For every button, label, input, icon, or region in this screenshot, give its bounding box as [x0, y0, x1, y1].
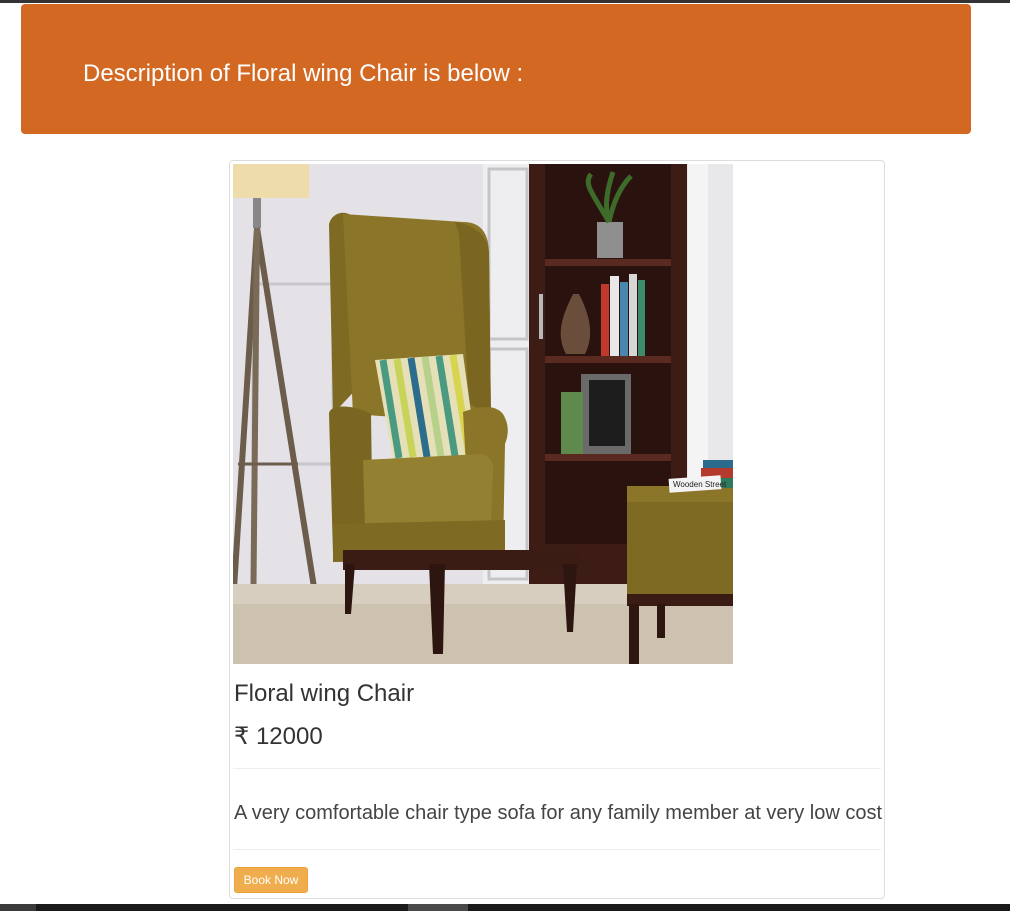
taskbar-segment [408, 904, 468, 911]
banner-title: Description of Floral wing Chair is belo… [83, 60, 524, 87]
taskbar [0, 904, 1010, 911]
wooden-street-tag: Wooden Street [673, 480, 727, 489]
top-border [0, 0, 1010, 3]
product-card: Wooden Street Floral wing Chair ₹ 12000 … [229, 160, 885, 899]
description-banner: Description of Floral wing Chair is belo… [21, 4, 971, 134]
divider-bottom [233, 849, 881, 850]
taskbar-segment [0, 904, 36, 911]
product-name: Floral wing Chair [234, 680, 415, 707]
product-description: A very comfortable chair type sofa for a… [234, 802, 883, 824]
product-image: Wooden Street [233, 164, 733, 664]
product-price: ₹ 12000 [234, 723, 323, 750]
divider-top [233, 768, 881, 769]
book-now-button[interactable]: Book Now [234, 867, 308, 893]
